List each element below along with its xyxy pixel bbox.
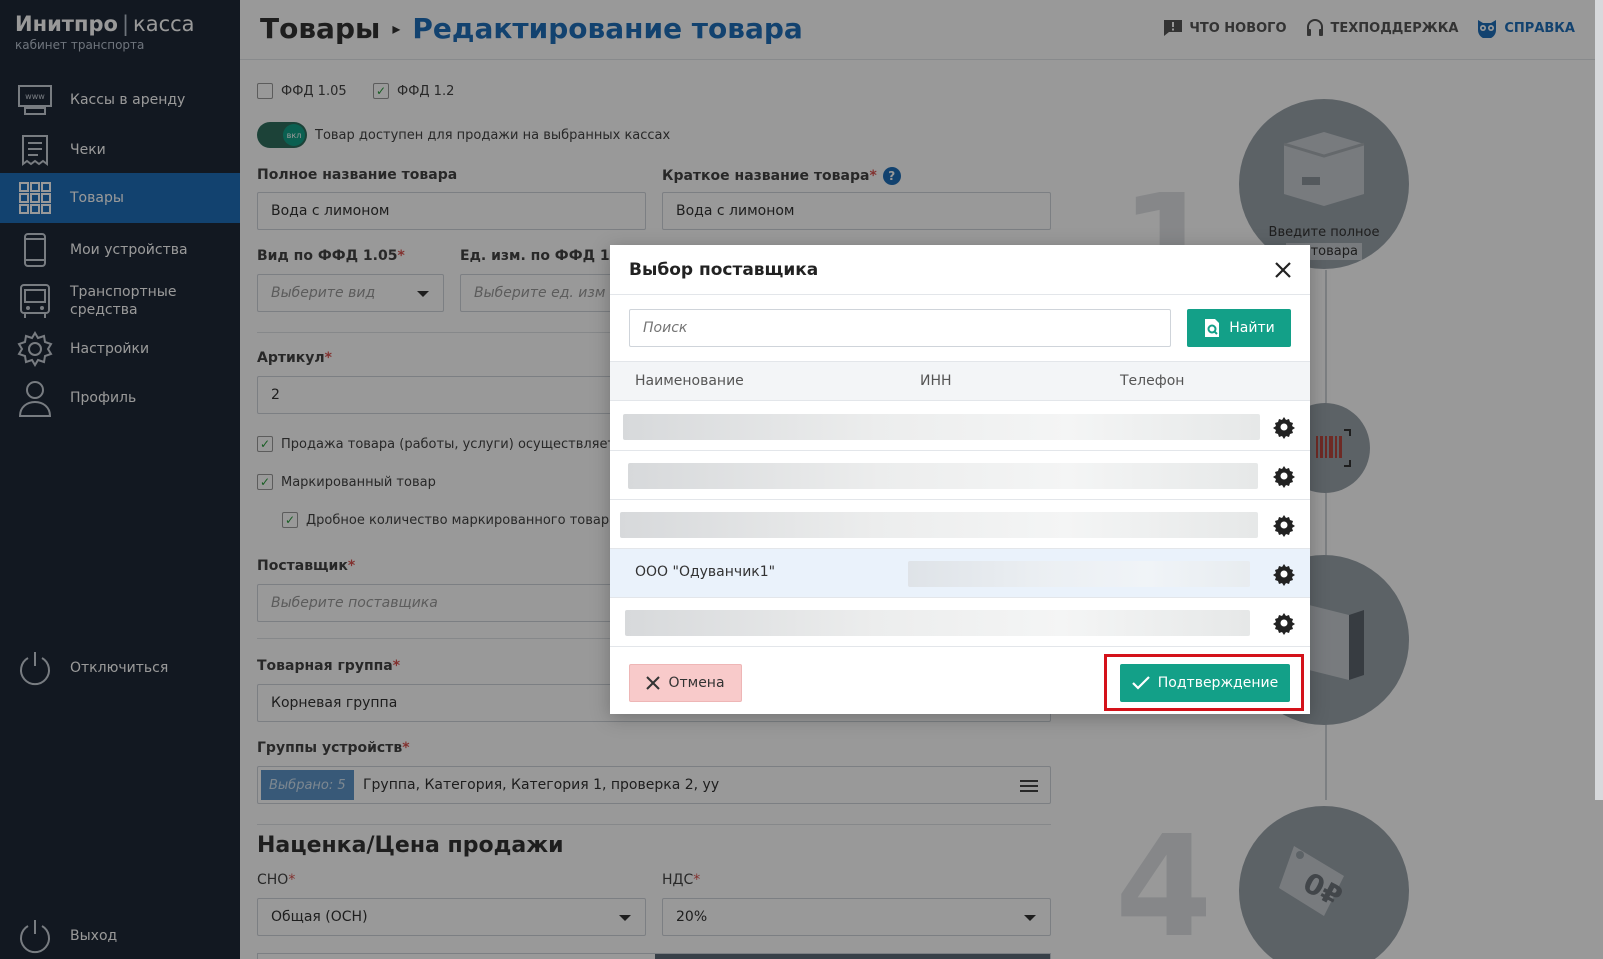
dialog-title: Выбор поставщика	[629, 260, 819, 280]
close-icon[interactable]	[1270, 257, 1296, 283]
gear-icon[interactable]	[1272, 513, 1296, 537]
confirm-button-label: Подтверждение	[1157, 675, 1279, 691]
confirm-button[interactable]: Подтверждение	[1120, 664, 1290, 702]
checkmark-icon	[1131, 676, 1150, 690]
cancel-button[interactable]: Отмена	[629, 664, 742, 702]
table-row[interactable]	[610, 598, 1310, 647]
table-row-selected[interactable]: ООО "Одуванчик1"	[610, 549, 1310, 598]
redacted-content	[620, 512, 1258, 538]
table-row[interactable]	[610, 451, 1310, 500]
gear-icon[interactable]	[1272, 415, 1296, 439]
supplier-name: ООО "Одуванчик1"	[635, 564, 776, 580]
column-name[interactable]: Наименование	[635, 373, 744, 389]
gear-icon[interactable]	[1272, 562, 1296, 586]
find-button[interactable]: Найти	[1187, 309, 1291, 347]
gear-icon[interactable]	[1272, 464, 1296, 488]
gear-icon[interactable]	[1272, 611, 1296, 635]
dialog-header: Выбор поставщика	[610, 245, 1310, 295]
table-row[interactable]	[610, 402, 1310, 451]
column-inn[interactable]: ИНН	[920, 373, 952, 389]
supplier-search-input[interactable]	[629, 309, 1171, 347]
table-header: Наименование ИНН Телефон	[610, 361, 1310, 401]
page-scrollbar[interactable]	[1595, 0, 1603, 800]
redacted-content	[623, 414, 1260, 440]
find-button-label: Найти	[1229, 320, 1275, 336]
cancel-button-label: Отмена	[668, 675, 725, 691]
redacted-content	[625, 610, 1250, 636]
close-icon	[646, 676, 661, 690]
redacted-content	[628, 463, 1258, 489]
search-document-icon	[1205, 319, 1220, 337]
redacted-content	[908, 561, 1250, 587]
column-phone[interactable]: Телефон	[1120, 373, 1184, 389]
dialog-footer: Отмена Подтверждение	[610, 648, 1310, 714]
table-row[interactable]	[610, 500, 1310, 549]
supplier-picker-dialog: Выбор поставщика Найти Наименование ИНН …	[610, 245, 1310, 714]
